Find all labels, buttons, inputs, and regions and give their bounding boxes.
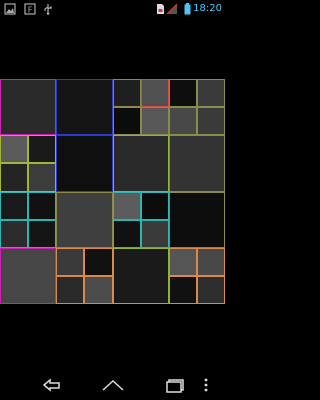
tile[interactable] xyxy=(56,135,113,192)
tile[interactable] xyxy=(56,191,113,248)
tile[interactable] xyxy=(0,219,29,248)
tile[interactable] xyxy=(0,79,57,136)
tile[interactable] xyxy=(56,79,113,136)
tile-canvas[interactable] xyxy=(0,79,225,304)
tile[interactable] xyxy=(112,135,169,192)
tile[interactable] xyxy=(112,219,141,248)
tile[interactable] xyxy=(196,79,225,108)
tile[interactable] xyxy=(168,247,197,276)
tile[interactable] xyxy=(84,247,113,276)
tile[interactable] xyxy=(140,191,169,220)
tile[interactable] xyxy=(0,247,57,304)
tile[interactable] xyxy=(28,191,57,220)
tile[interactable] xyxy=(140,107,169,136)
tile[interactable] xyxy=(140,79,169,108)
tile[interactable] xyxy=(112,247,169,304)
back-icon[interactable] xyxy=(38,376,66,394)
menu-icon[interactable] xyxy=(200,376,212,394)
tile[interactable] xyxy=(0,163,29,192)
recents-icon[interactable] xyxy=(162,376,190,394)
tile[interactable] xyxy=(56,275,85,304)
sim-icon xyxy=(157,4,164,14)
tile[interactable] xyxy=(0,191,29,220)
tile[interactable] xyxy=(28,135,57,164)
tile[interactable] xyxy=(168,275,197,304)
svg-text:F: F xyxy=(28,6,33,15)
tile[interactable] xyxy=(168,79,197,108)
tile[interactable] xyxy=(84,275,113,304)
gallery-icon xyxy=(4,3,16,15)
tile[interactable] xyxy=(56,247,85,276)
usb-icon xyxy=(44,4,52,15)
tile[interactable] xyxy=(28,219,57,248)
tile[interactable] xyxy=(168,191,225,248)
home-icon[interactable] xyxy=(99,376,127,394)
battery-icon xyxy=(184,3,191,15)
tile[interactable] xyxy=(112,191,141,220)
navigation-bar xyxy=(0,370,225,400)
tile[interactable] xyxy=(112,79,141,108)
tile[interactable] xyxy=(196,275,225,304)
tile[interactable] xyxy=(140,219,169,248)
tile[interactable] xyxy=(168,135,225,192)
tile[interactable] xyxy=(112,107,141,136)
tile[interactable] xyxy=(196,247,225,276)
tile[interactable] xyxy=(28,163,57,192)
signal-icon xyxy=(166,3,178,15)
tile[interactable] xyxy=(0,135,29,164)
tile[interactable] xyxy=(196,107,225,136)
tile[interactable] xyxy=(168,107,197,136)
notification-icon: F xyxy=(24,3,36,15)
status-bar: F 18:20 xyxy=(0,0,225,18)
status-time: 18:20 xyxy=(193,3,222,14)
